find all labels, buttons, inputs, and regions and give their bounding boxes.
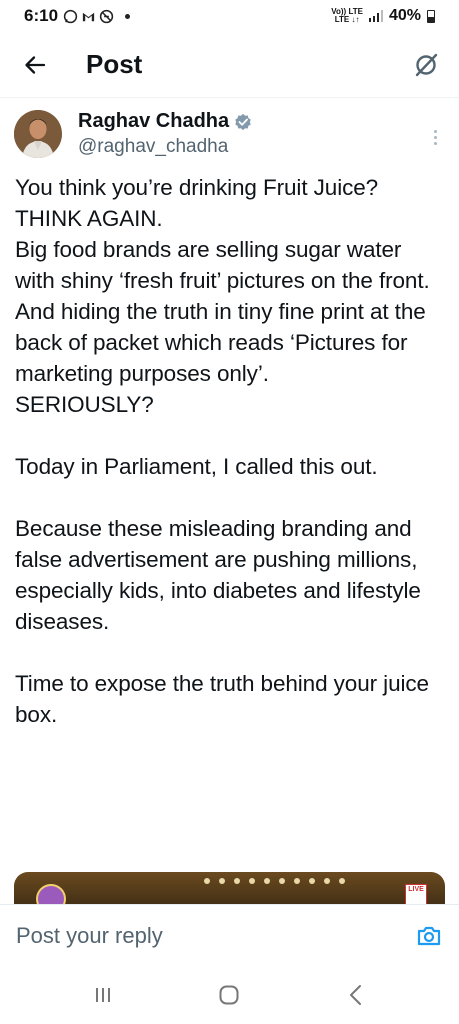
- avatar-image: [14, 110, 62, 158]
- avatar[interactable]: [14, 110, 62, 158]
- reply-bar[interactable]: Post your reply: [0, 904, 459, 966]
- tweet: Raghav Chadha @raghav_chadha You think y…: [0, 98, 459, 730]
- tweet-paragraph: Because these misleading branding and fa…: [15, 516, 421, 634]
- status-time: 6:10: [24, 6, 59, 25]
- notification-icons: [63, 9, 114, 24]
- arrow-left-icon: [25, 55, 46, 74]
- status-left: 6:10: [24, 6, 131, 26]
- back-button[interactable]: [22, 52, 48, 78]
- more-notifications-dot: [125, 13, 131, 19]
- author-name[interactable]: Raghav Chadha: [78, 110, 229, 133]
- tweet-paragraph: Today in Parliament, I called this out.: [15, 454, 378, 479]
- reply-input[interactable]: Post your reply: [16, 923, 163, 949]
- whatsapp-icon: [63, 9, 78, 23]
- tweet-text: You think you’re drinking Fruit Juice? T…: [0, 158, 459, 730]
- battery-icon: [427, 9, 435, 23]
- recent-apps-icon: [96, 988, 111, 1002]
- vpn-icon: [99, 9, 114, 23]
- name-row: Raghav Chadha: [78, 110, 252, 133]
- network-lte: LTE ↓↑: [334, 15, 360, 24]
- home-icon: [219, 985, 239, 1005]
- camera-button[interactable]: [415, 922, 443, 950]
- system-nav-bar: [0, 966, 459, 1024]
- battery-percent: 40%: [388, 7, 421, 24]
- app-header: Post: [0, 32, 459, 98]
- media-ceiling-lights: [204, 878, 345, 884]
- signal-icon: [368, 10, 383, 22]
- author-handle[interactable]: @raghav_chadha: [78, 136, 252, 158]
- network-label: Vo)) LTE LTE ↓↑: [331, 8, 363, 24]
- author-info: Raghav Chadha @raghav_chadha: [78, 110, 252, 158]
- tweet-paragraph: Time to expose the truth behind your jui…: [15, 671, 429, 727]
- verified-badge-icon: [235, 113, 251, 130]
- home-button[interactable]: [209, 975, 249, 1015]
- page-title: Post: [86, 49, 143, 79]
- live-badge-label: LIVE: [408, 886, 424, 893]
- live-badge: LIVE: [405, 884, 427, 906]
- back-chevron-icon: [349, 985, 361, 1005]
- gmail-icon: [82, 12, 95, 21]
- recent-apps-button[interactable]: [83, 975, 123, 1015]
- tweet-paragraph: You think you’re drinking Fruit Juice? T…: [15, 175, 430, 417]
- nav-back-button[interactable]: [336, 975, 376, 1015]
- status-right: Vo)) LTE LTE ↓↑ 40%: [331, 7, 435, 25]
- more-vertical-icon: [433, 129, 437, 133]
- grok-button[interactable]: [411, 50, 441, 80]
- grok-icon: [415, 53, 438, 76]
- more-options-button[interactable]: [425, 122, 445, 152]
- status-bar: 6:10 Vo)) LTE LTE ↓↑ 40%: [0, 0, 459, 32]
- camera-icon: [417, 926, 441, 945]
- author-row: Raghav Chadha @raghav_chadha: [0, 98, 459, 158]
